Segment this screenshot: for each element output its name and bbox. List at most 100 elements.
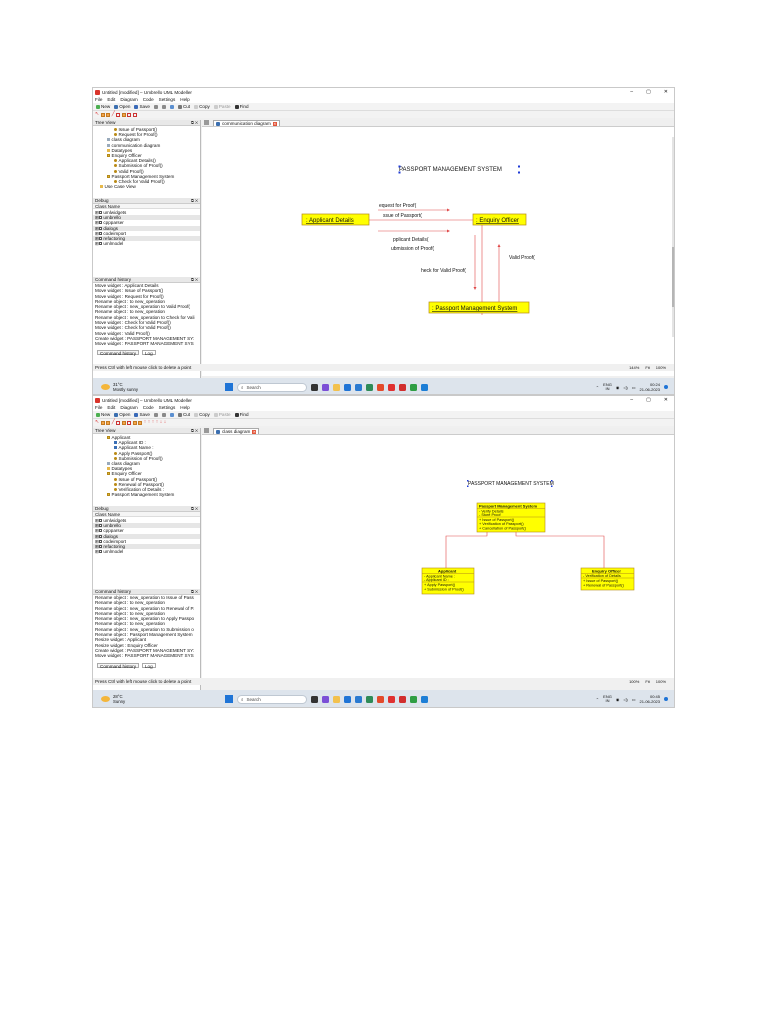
dependency-tool-icon[interactable]: ↑: [152, 420, 155, 425]
directional-association-tool-icon[interactable]: ↓: [160, 420, 163, 425]
new-button[interactable]: New: [95, 104, 111, 109]
tab-log[interactable]: Log: [142, 349, 156, 356]
tree-item[interactable]: Use Case View: [93, 184, 200, 189]
class-tool-icon[interactable]: [100, 420, 105, 425]
menu-help[interactable]: Help: [180, 405, 189, 410]
mcafee-icon[interactable]: [388, 383, 395, 391]
tab-class-diagram[interactable]: class diagram ✕: [213, 428, 260, 434]
menu-diagram[interactable]: Diagram: [120, 97, 137, 102]
save-button[interactable]: Save: [133, 104, 150, 109]
zoom-reset-button[interactable]: 100%: [656, 679, 666, 684]
text-tool-icon[interactable]: [127, 112, 132, 117]
zoom-level[interactable]: 144%: [629, 365, 639, 370]
menu-code[interactable]: Code: [143, 97, 154, 102]
language-indicator[interactable]: ENG IN: [603, 382, 612, 392]
object-tool-icon[interactable]: [100, 112, 105, 117]
close-tab-icon[interactable]: ✕: [252, 429, 257, 434]
menu-edit[interactable]: Edit: [107, 405, 115, 410]
diagram-canvas[interactable]: PASSPORT MANAGEMENT SYSTEM : Applicant D…: [202, 127, 674, 376]
mail-icon[interactable]: [366, 695, 373, 703]
tree-item[interactable]: Passport Management System: [93, 492, 200, 497]
wifi-icon[interactable]: ◉: [616, 385, 620, 390]
checkbox-icon[interactable]: [98, 242, 102, 246]
minimize-button[interactable]: –: [630, 89, 633, 95]
print-button[interactable]: [169, 104, 175, 109]
notification-icon[interactable]: [664, 385, 668, 389]
checkbox-icon[interactable]: [98, 545, 102, 549]
checkbox-icon[interactable]: [98, 216, 102, 220]
checkbox-icon[interactable]: [98, 519, 102, 523]
menu-code[interactable]: Code: [143, 405, 154, 410]
line-tool-icon[interactable]: ╱: [112, 112, 115, 117]
menu-help[interactable]: Help: [180, 97, 189, 102]
find-button[interactable]: Find: [234, 104, 250, 109]
file-explorer-icon[interactable]: [333, 695, 340, 703]
history-item[interactable]: Move widget : PASSPORT MANAGEMENT SYS: [93, 341, 200, 346]
windows-start-icon[interactable]: [225, 383, 233, 391]
package-tool-icon[interactable]: [121, 420, 126, 425]
component-tool-icon[interactable]: [127, 420, 132, 425]
windows-start-icon[interactable]: [225, 695, 233, 703]
save-button[interactable]: Save: [133, 412, 150, 417]
select-tool-icon[interactable]: ↖: [95, 112, 99, 117]
battery-icon[interactable]: ▭: [632, 385, 636, 390]
menu-file[interactable]: File: [95, 405, 102, 410]
task-view-icon[interactable]: [311, 695, 318, 703]
aggregation-tool-icon[interactable]: ↑: [148, 420, 151, 425]
close-button[interactable]: ✕: [664, 397, 668, 403]
checkbox-icon[interactable]: [98, 221, 102, 225]
store-icon[interactable]: [355, 383, 362, 391]
zoom-reset-button[interactable]: 100%: [656, 365, 666, 370]
undo-button[interactable]: [153, 104, 159, 109]
menu-diagram[interactable]: Diagram: [120, 405, 137, 410]
language-indicator[interactable]: ENG IN: [603, 694, 612, 704]
object-tool-2-icon[interactable]: [106, 112, 111, 117]
volume-icon[interactable]: ◁): [623, 697, 627, 702]
interface-tool-icon[interactable]: [106, 420, 111, 425]
find-button[interactable]: Find: [234, 412, 250, 417]
chat-icon[interactable]: [322, 695, 329, 703]
tab-communication-diagram[interactable]: communication diagram ✕: [213, 120, 280, 126]
tab-command-history[interactable]: Command history: [97, 662, 139, 669]
tab-command-history[interactable]: Command history: [97, 349, 139, 356]
opera-icon[interactable]: [399, 383, 406, 391]
checkbox-icon[interactable]: [98, 539, 102, 543]
checkbox-icon[interactable]: [98, 237, 102, 241]
taskbar-search[interactable]: ⌕ Search: [237, 382, 307, 392]
datatype-tool-icon[interactable]: [138, 420, 143, 425]
umbrello-taskbar-icon[interactable]: [421, 383, 428, 391]
home-tab-icon[interactable]: [204, 120, 209, 125]
tab-log[interactable]: Log: [142, 662, 156, 669]
wifi-icon[interactable]: ◉: [616, 697, 620, 702]
zoom-fit-button[interactable]: Fit: [645, 365, 649, 370]
cut-button[interactable]: Cut: [177, 412, 191, 417]
chrome-icon[interactable]: [410, 695, 417, 703]
select-tool-icon[interactable]: ↖: [95, 420, 99, 425]
note-tool-icon[interactable]: [121, 112, 126, 117]
line-tool-icon[interactable]: ╱: [112, 420, 115, 425]
cut-button[interactable]: Cut: [177, 104, 191, 109]
redo-button[interactable]: [161, 412, 167, 417]
tray-chevron-icon[interactable]: ⌃: [596, 697, 599, 702]
new-button[interactable]: New: [95, 412, 111, 417]
maximize-button[interactable]: ▢: [646, 397, 651, 403]
debug-item[interactable]: ⊞ umlmodel: [93, 549, 200, 554]
copy-button[interactable]: Copy: [193, 104, 211, 109]
clock[interactable]: 00:24 21-06-2023: [640, 382, 660, 392]
store-icon[interactable]: [355, 695, 362, 703]
debug-item[interactable]: ⊞ umlmodel: [93, 241, 200, 246]
copy-button[interactable]: Copy: [193, 412, 211, 417]
menu-settings[interactable]: Settings: [159, 405, 176, 410]
menu-settings[interactable]: Settings: [159, 97, 176, 102]
edge-icon[interactable]: [344, 383, 351, 391]
enum-tool-icon[interactable]: [132, 420, 137, 425]
close-button[interactable]: ✕: [664, 89, 668, 95]
menu-file[interactable]: File: [95, 97, 102, 102]
checkbox-icon[interactable]: [98, 524, 102, 528]
diagram-canvas[interactable]: PASSPORT MANAGEMENT SYSTEM Passport Mana…: [202, 435, 674, 678]
file-explorer-icon[interactable]: [333, 383, 340, 391]
taskbar-search[interactable]: ⌕ Search: [237, 694, 307, 704]
battery-icon[interactable]: ▭: [632, 697, 636, 702]
clock[interactable]: 00:45 21-06-2023: [640, 694, 660, 704]
checkbox-icon[interactable]: [98, 231, 102, 235]
